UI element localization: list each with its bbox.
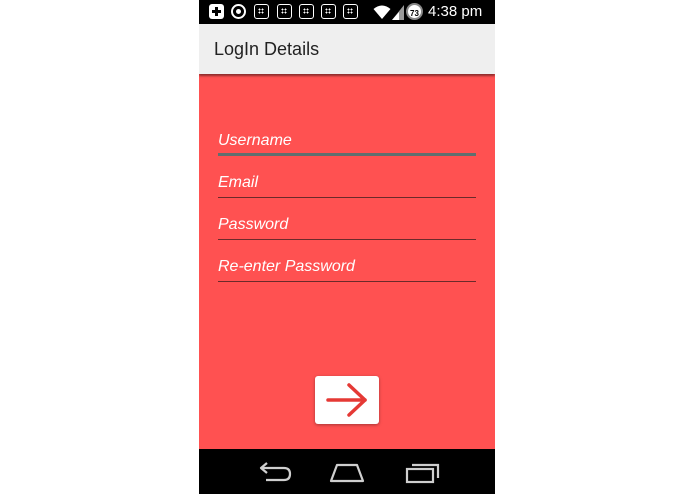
email-field[interactable]: Email [218, 172, 476, 198]
reenter-password-placeholder: Re-enter Password [218, 258, 355, 275]
plus-box-icon [209, 4, 224, 19]
back-icon[interactable] [254, 457, 294, 487]
status-time: 4:38 pm [428, 3, 483, 20]
next-button[interactable] [315, 376, 379, 424]
status-bar: 73 4:38 pm [199, 0, 495, 24]
app-grid-icon [277, 4, 292, 19]
navigation-bar [199, 449, 495, 494]
phone-screen: 73 4:38 pm LogIn Details Username Email … [199, 0, 495, 494]
wifi-icon [373, 5, 391, 19]
reenter-password-field[interactable]: Re-enter Password [218, 256, 476, 282]
app-grid-icon [343, 4, 358, 19]
battery-icon: 73 [406, 3, 423, 20]
email-placeholder: Email [218, 174, 259, 191]
app-grid-icon [299, 4, 314, 19]
password-placeholder: Password [218, 216, 289, 233]
app-grid-icon [254, 4, 269, 19]
home-icon[interactable] [327, 457, 367, 487]
whatsapp-icon [231, 4, 246, 19]
arrow-right-icon [326, 383, 367, 417]
action-bar: LogIn Details [199, 24, 495, 74]
signal-icon [392, 5, 404, 20]
app-grid-icon [321, 4, 336, 19]
recent-apps-icon[interactable] [402, 457, 442, 487]
username-field[interactable]: Username [218, 130, 476, 156]
username-placeholder: Username [218, 132, 292, 149]
page-title: LogIn Details [214, 39, 320, 59]
password-field[interactable]: Password [218, 214, 476, 240]
